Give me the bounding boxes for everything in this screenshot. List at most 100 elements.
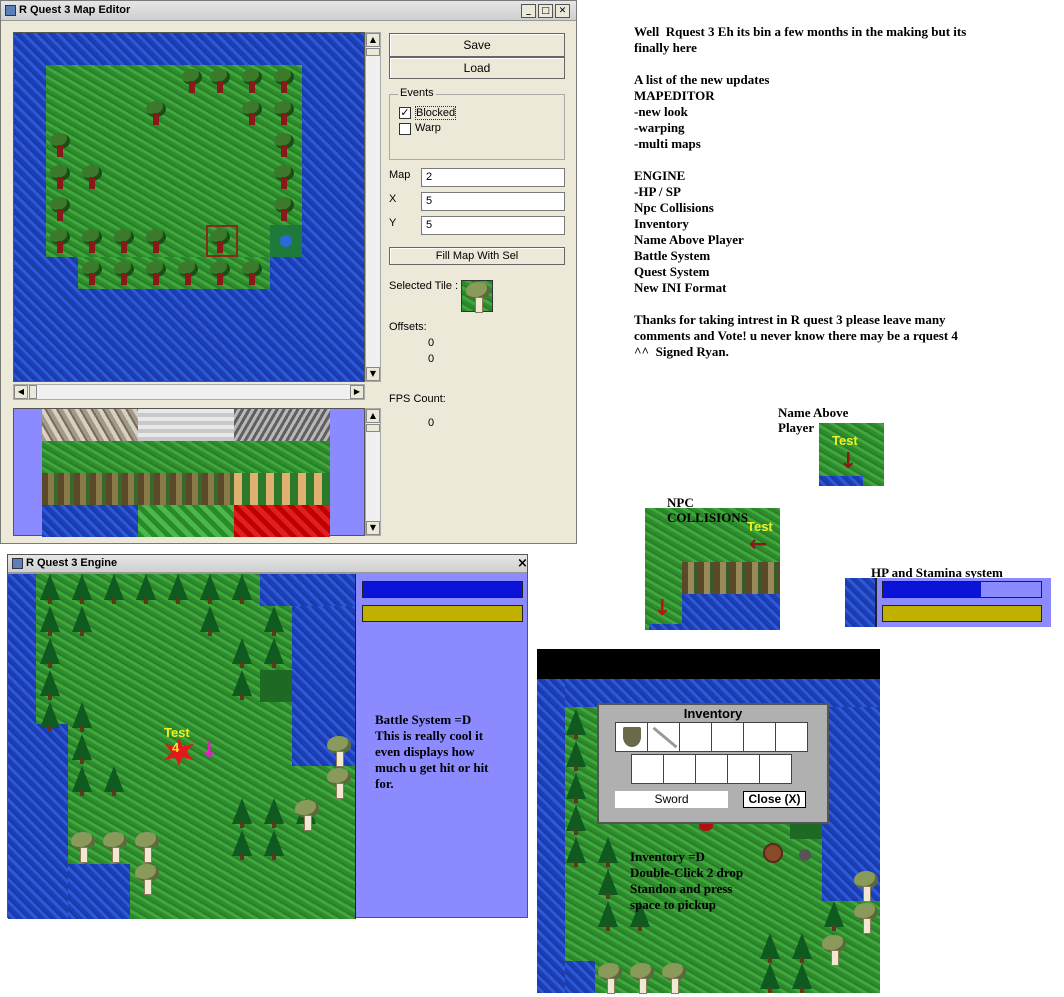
engine-titlebar[interactable]: R Quest 3 Engine ×	[8, 555, 528, 573]
map-tree	[144, 261, 168, 285]
map-tree	[272, 165, 296, 189]
y-field[interactable]: 5	[421, 216, 565, 235]
battle-player-name: Test	[164, 725, 190, 740]
inventory-slot[interactable]	[711, 722, 744, 752]
update-notes: Well Rquest 3 Eh its bin a few months in…	[634, 24, 967, 359]
pine-tree-icon	[71, 702, 93, 732]
pine-tree-icon	[39, 702, 61, 732]
pine-tree-icon	[39, 606, 61, 636]
water-strip	[819, 476, 863, 486]
hp-bar-fill	[883, 582, 981, 597]
x-field[interactable]: 5	[421, 192, 565, 211]
tileset-scrollbar[interactable]: ▲ ▼	[365, 408, 381, 536]
minimize-icon[interactable]: _	[521, 4, 536, 18]
inventory-slot[interactable]	[663, 754, 696, 784]
oak-tree-icon	[465, 282, 491, 313]
pine-tree-icon	[823, 901, 845, 931]
map-vertical-scrollbar[interactable]: ▲ ▼	[365, 32, 381, 382]
scroll-up-icon[interactable]: ▲	[366, 33, 380, 47]
offset-y-value: 0	[428, 353, 435, 365]
close-icon[interactable]: ×	[517, 556, 528, 571]
oak-tree-icon	[294, 800, 320, 831]
npc-cliff	[682, 562, 780, 594]
map-cursor	[206, 225, 238, 257]
map-tree	[240, 261, 264, 285]
map-editor-title: R Quest 3 Map Editor	[19, 4, 131, 16]
scroll-down-icon[interactable]: ▼	[366, 367, 380, 381]
load-button[interactable]: Load	[389, 57, 565, 79]
pine-tree-icon	[263, 798, 285, 828]
pine-tree-icon	[231, 638, 253, 668]
tileset-cliffs	[42, 473, 234, 505]
inventory-slot[interactable]	[775, 722, 808, 752]
hpsp-preview	[845, 578, 1051, 627]
blocked-checkbox[interactable]: ✓	[399, 107, 411, 119]
bomb-icon	[799, 849, 811, 861]
offsets-label: Offsets:	[389, 321, 427, 333]
engine-title: R Quest 3 Engine	[26, 557, 118, 569]
warp-checkbox[interactable]	[399, 123, 411, 135]
scroll-left-icon[interactable]: ◀	[14, 385, 28, 399]
engine-sp-fill	[363, 606, 522, 621]
engine-divider	[355, 574, 356, 919]
pine-tree-icon	[597, 869, 619, 899]
tileset-lava	[234, 505, 330, 537]
inventory-slot[interactable]	[631, 754, 664, 784]
scroll-down-icon[interactable]: ▼	[366, 521, 380, 535]
inventory-slot[interactable]	[647, 722, 680, 752]
warp-label[interactable]: Warp	[415, 122, 441, 134]
oak-tree-icon	[661, 963, 687, 994]
tileset-panel[interactable]	[13, 408, 365, 537]
pine-tree-icon	[263, 830, 285, 860]
scroll-thumb[interactable]	[366, 424, 380, 432]
close-icon[interactable]: ✕	[555, 4, 570, 18]
map-tree	[48, 197, 72, 221]
engine-water-right	[260, 574, 355, 606]
pine-tree-icon	[263, 638, 285, 668]
inventory-slot[interactable]	[743, 722, 776, 752]
map-tree	[240, 101, 264, 125]
engine-game-view[interactable]: Test 4 ↓	[8, 574, 355, 919]
map-tree	[240, 69, 264, 93]
pine-tree-icon	[71, 734, 93, 764]
item-bag-icon	[763, 843, 783, 863]
inventory-slot[interactable]	[695, 754, 728, 784]
map-editor-window: R Quest 3 Map Editor _ □ ✕ ▲ ▼ ◀ ▶ ▲ ▼ S…	[0, 0, 577, 544]
inventory-slot[interactable]	[759, 754, 792, 784]
inventory-slot[interactable]	[727, 754, 760, 784]
save-button[interactable]: Save	[389, 33, 565, 57]
npc-preview: Test ← ↓	[645, 508, 780, 630]
fill-map-button[interactable]: Fill Map With Sel	[389, 247, 565, 265]
tileset-trees	[42, 441, 330, 473]
engine-dark-grass	[260, 670, 292, 702]
map-canvas[interactable]	[13, 32, 365, 382]
close-inventory-button[interactable]: Close (X)	[743, 791, 806, 808]
map-tree	[48, 133, 72, 157]
scroll-thumb[interactable]	[29, 385, 37, 399]
scroll-right-icon[interactable]: ▶	[350, 385, 364, 399]
maximize-icon[interactable]: □	[538, 4, 553, 18]
pine-tree-icon	[231, 574, 253, 604]
blocked-label[interactable]: Blocked	[415, 106, 457, 120]
inventory-slot[interactable]	[615, 722, 648, 752]
inventory-dialog[interactable]: Inventory Sword Close (X)	[597, 703, 829, 824]
pine-tree-icon	[565, 837, 587, 867]
map-editor-titlebar[interactable]: R Quest 3 Map Editor _ □ ✕	[1, 1, 576, 21]
name-above-preview: Test ↓	[819, 423, 884, 486]
selected-tile-preview	[461, 280, 493, 313]
map-tree	[48, 229, 72, 253]
pine-tree-icon	[71, 766, 93, 796]
scroll-thumb[interactable]	[366, 48, 380, 56]
inv-water-left	[537, 679, 565, 993]
map-horizontal-scrollbar[interactable]: ◀ ▶	[13, 384, 365, 400]
map-tree	[144, 101, 168, 125]
tileset-water	[42, 505, 138, 537]
scroll-up-icon[interactable]: ▲	[366, 409, 380, 423]
inventory-slot[interactable]	[679, 722, 712, 752]
pine-tree-icon	[231, 670, 253, 700]
map-field[interactable]: 2	[421, 168, 565, 187]
inv-water-bottom	[565, 961, 595, 993]
down-arrow-icon: ↓	[839, 449, 858, 474]
shield-icon	[623, 727, 641, 747]
hpsp-divider	[875, 578, 877, 627]
